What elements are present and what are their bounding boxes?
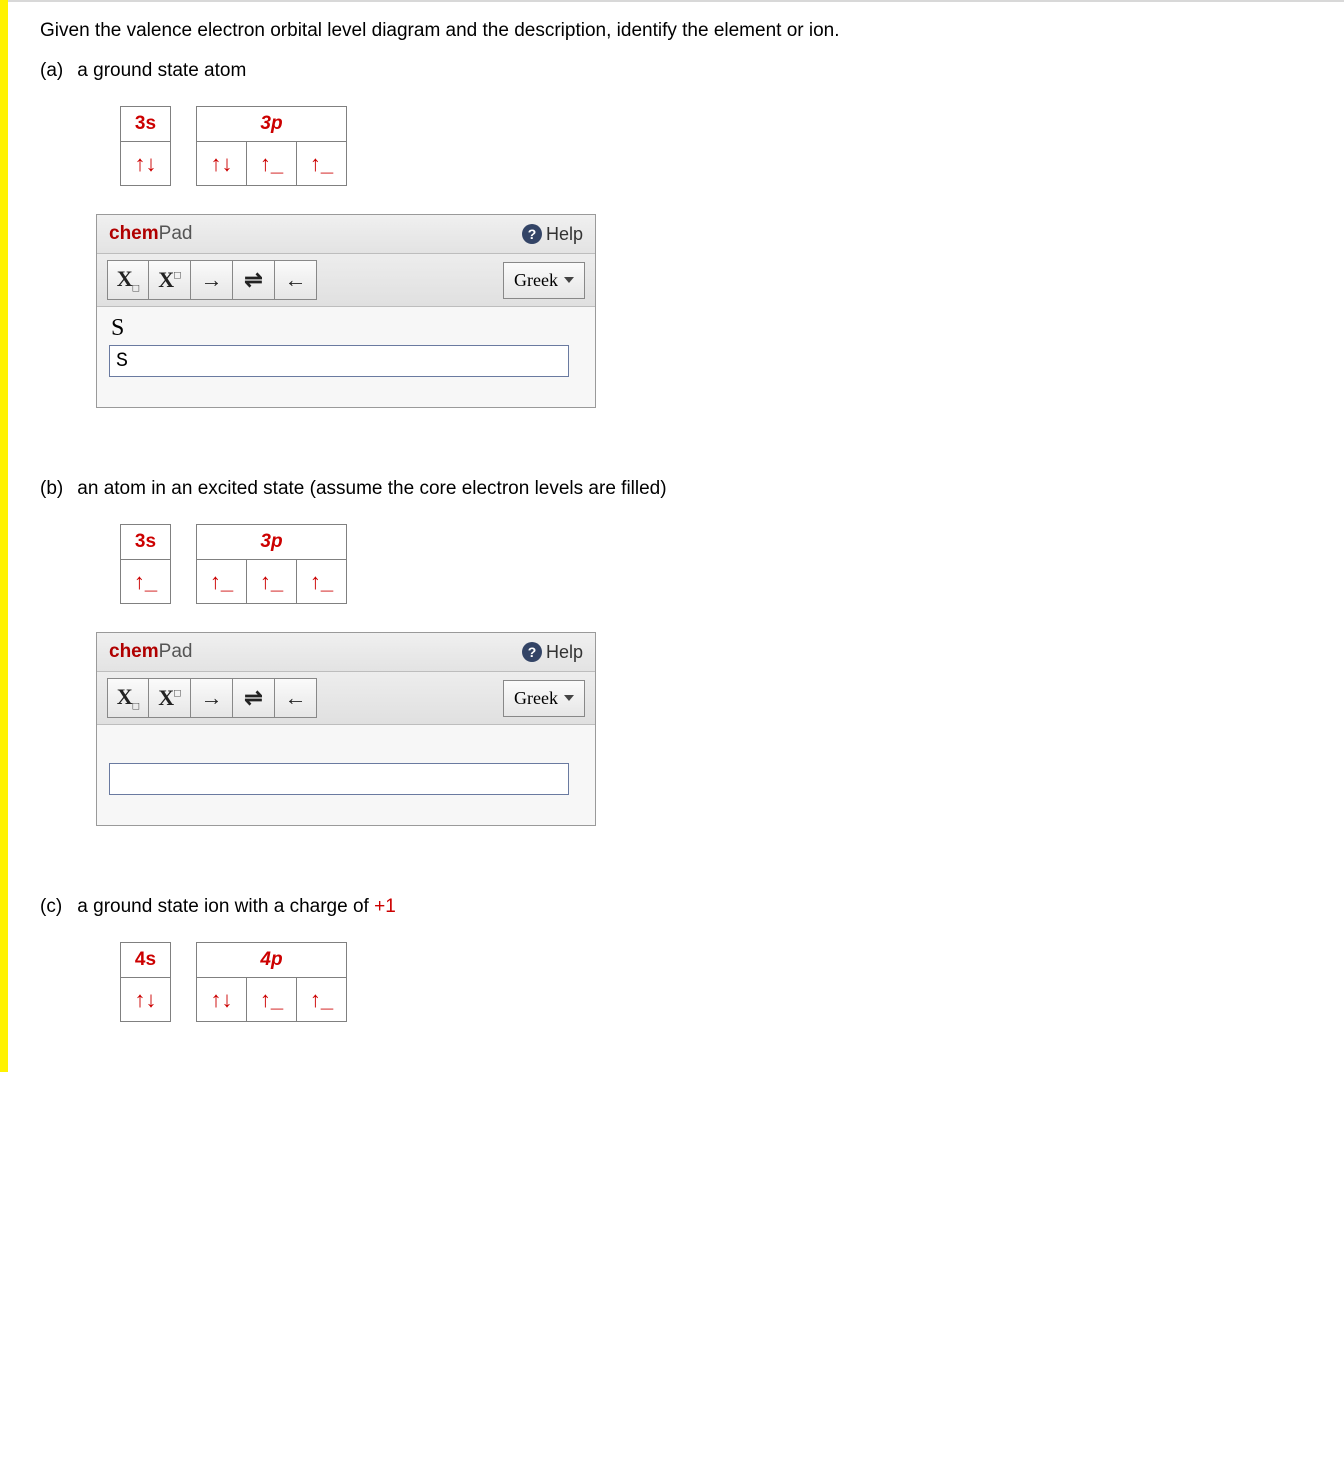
part-c-desc: a ground state ion with a charge of +1 (77, 896, 395, 917)
orbital-4p-box-2: ↑_ (247, 978, 297, 1022)
chevron-down-icon (564, 695, 574, 701)
orbital-header-3p-b: 3p (197, 525, 347, 560)
orbital-header-4p: 4p (197, 943, 347, 978)
part-b-label: (b) an atom in an excited state (assume … (40, 478, 1320, 500)
orbital-diagram-c: 4s 4p ↑↓ ↑↓ ↑_ ↑_ (120, 942, 1320, 1022)
chempad-widget-a: chemPad ? Help X□ X□ → ⇌ ← Greek S (96, 214, 596, 408)
orbital-3p-box-2-b: ↑_ (247, 560, 297, 604)
orbital-3p-box-1-b: ↑_ (197, 560, 247, 604)
orbital-header-4s: 4s (121, 943, 171, 978)
right-arrow-button[interactable]: → (191, 678, 233, 718)
chempad-title-b: chemPad (109, 641, 192, 663)
left-arrow-button[interactable]: ← (275, 678, 317, 718)
equilibrium-arrow-button[interactable]: ⇌ (233, 260, 275, 300)
orbital-header-3s: 3s (121, 107, 171, 142)
subscript-button[interactable]: X□ (107, 260, 149, 300)
orbital-3p-box-2: ↑_ (247, 142, 297, 186)
part-b-desc: an atom in an excited state (assume the … (77, 478, 666, 499)
part-b-id: (b) (40, 478, 72, 500)
left-arrow-button[interactable]: ← (275, 260, 317, 300)
part-a-id: (a) (40, 60, 72, 82)
help-button-b[interactable]: ? Help (522, 642, 583, 663)
greek-dropdown[interactable]: Greek (503, 262, 585, 299)
orbital-3p-box-3: ↑_ (297, 142, 347, 186)
superscript-button[interactable]: X□ (149, 260, 191, 300)
orbital-3p-box-3-b: ↑_ (297, 560, 347, 604)
answer-rendered-a: S (109, 315, 583, 343)
orbital-3s-box: ↑↓ (121, 142, 171, 186)
answer-rendered-b (109, 733, 583, 761)
answer-input-b[interactable] (109, 763, 569, 795)
superscript-button[interactable]: X□ (149, 678, 191, 718)
orbital-3p-box-1: ↑↓ (197, 142, 247, 186)
part-a-label: (a) a ground state atom (40, 60, 1320, 82)
chempad-toolbar: X□ X□ → ⇌ ← Greek (97, 254, 595, 307)
subscript-button[interactable]: X□ (107, 678, 149, 718)
help-icon: ? (522, 642, 542, 662)
orbital-4p-box-1: ↑↓ (197, 978, 247, 1022)
help-icon: ? (522, 224, 542, 244)
equilibrium-arrow-button[interactable]: ⇌ (233, 678, 275, 718)
chempad-toolbar-b: X□ X□ → ⇌ ← Greek (97, 672, 595, 725)
right-arrow-button[interactable]: → (191, 260, 233, 300)
answer-input-a[interactable] (109, 345, 569, 377)
chempad-widget-b: chemPad ? Help X□ X□ → ⇌ ← Greek (96, 632, 596, 826)
orbital-header-3s-b: 3s (121, 525, 171, 560)
question-content: Given the valence electron orbital level… (8, 0, 1344, 1072)
orbital-diagram-b: 3s 3p ↑_ ↑_ ↑_ ↑_ (120, 524, 1320, 604)
chevron-down-icon (564, 277, 574, 283)
orbital-diagram-a: 3s 3p ↑↓ ↑↓ ↑_ ↑_ (120, 106, 1320, 186)
orbital-4s-box: ↑↓ (121, 978, 171, 1022)
part-a-desc: a ground state atom (77, 60, 246, 81)
help-button[interactable]: ? Help (522, 224, 583, 245)
selection-indicator-bar (0, 0, 8, 1072)
question-prompt: Given the valence electron orbital level… (40, 20, 1320, 42)
part-c-label: (c) a ground state ion with a charge of … (40, 896, 1320, 918)
chempad-titlebar-b: chemPad ? Help (97, 633, 595, 672)
orbital-4p-box-3: ↑_ (297, 978, 347, 1022)
chempad-titlebar: chemPad ? Help (97, 215, 595, 254)
chempad-title: chemPad (109, 223, 192, 245)
orbital-header-3p: 3p (197, 107, 347, 142)
orbital-3s-box-b: ↑_ (121, 560, 171, 604)
part-c-id: (c) (40, 896, 72, 918)
greek-dropdown[interactable]: Greek (503, 680, 585, 717)
